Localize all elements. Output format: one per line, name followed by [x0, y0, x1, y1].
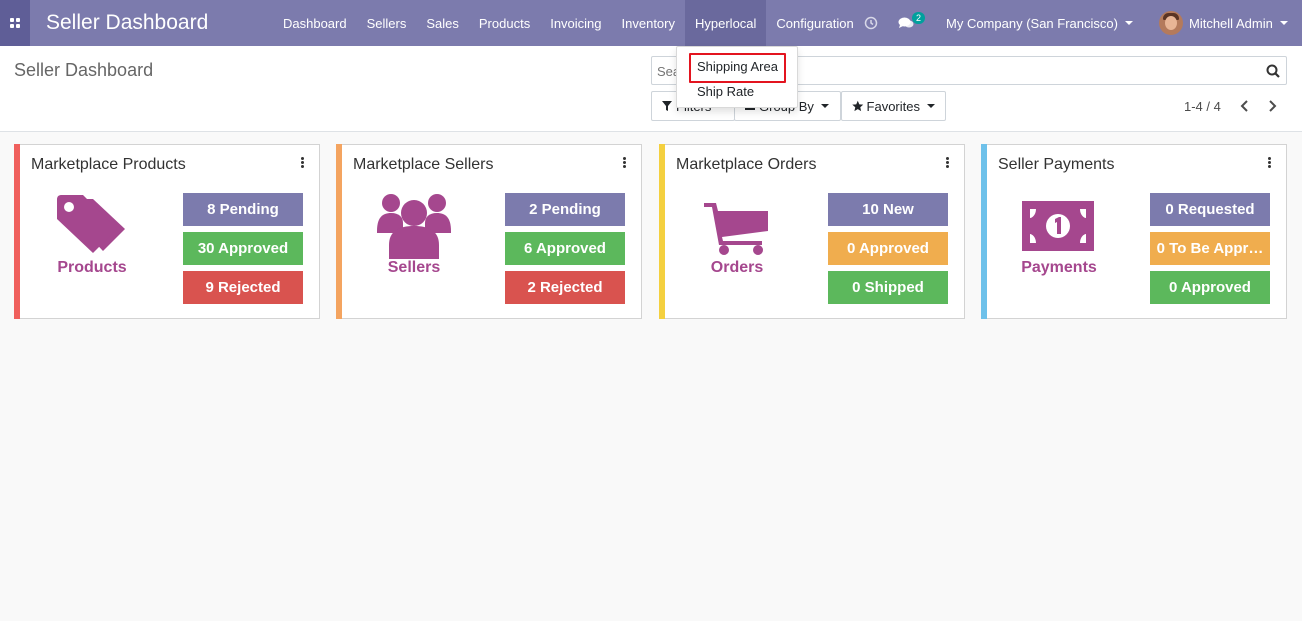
pager-value[interactable]: 1-4 / 4: [1184, 99, 1221, 114]
apps-menu-button[interactable]: [0, 0, 30, 46]
kebab-menu-icon[interactable]: [301, 157, 305, 169]
users-icon: [377, 194, 451, 259]
stat-button[interactable]: 0 Approved: [828, 232, 948, 265]
menu-configuration[interactable]: Configuration: [766, 0, 863, 46]
clock-icon: [864, 16, 878, 30]
chevron-down-icon: [820, 104, 829, 108]
user-menu[interactable]: Mitchell Admin: [1159, 0, 1288, 46]
stat-button[interactable]: 2 Rejected: [505, 271, 625, 304]
main-menu: Dashboard Sellers Sales Products Invoici…: [273, 0, 864, 46]
menu-sellers[interactable]: Sellers: [357, 0, 417, 46]
menu-products[interactable]: Products: [469, 0, 540, 46]
card-accent: [981, 144, 987, 319]
kebab-menu-icon[interactable]: [1268, 157, 1272, 169]
stat-button[interactable]: 10 New: [828, 193, 948, 226]
card-label: Sellers: [387, 259, 441, 276]
chat-count-badge: 2: [912, 12, 926, 24]
user-name: Mitchell Admin: [1189, 15, 1273, 31]
stat-button[interactable]: 2 Pending: [505, 193, 625, 226]
chevron-left-icon[interactable]: [1237, 98, 1253, 114]
top-navbar: Seller Dashboard Dashboard Sellers Sales…: [0, 0, 1302, 46]
menu-item-shipping-area[interactable]: Shipping Area: [697, 59, 778, 74]
page-title: Seller Dashboard: [14, 60, 154, 80]
shopping-cart-icon: [704, 203, 768, 255]
kebab-menu-icon[interactable]: [946, 157, 950, 169]
hyperlocal-dropdown: Shipping Area Ship Rate: [676, 46, 798, 108]
chevron-down-icon: [1124, 21, 1133, 25]
favorites-label: Favorites: [866, 98, 920, 114]
stat-button[interactable]: 6 Approved: [505, 232, 625, 265]
card-marketplace-sellers: Marketplace Sellers Sellers 2 Pending 6 …: [336, 144, 642, 319]
stat-button[interactable]: 0 Approved: [1150, 271, 1270, 304]
menu-inventory[interactable]: Inventory: [612, 0, 685, 46]
menu-invoicing[interactable]: Invoicing: [540, 0, 611, 46]
messaging-button[interactable]: 2: [898, 0, 928, 46]
stat-button[interactable]: 0 Requested: [1150, 193, 1270, 226]
card-title: Marketplace Sellers: [353, 156, 494, 173]
stat-button[interactable]: 0 Shipped: [828, 271, 948, 304]
card-label: Products: [57, 259, 127, 276]
chevron-down-icon: [1279, 21, 1288, 25]
menu-dashboard[interactable]: Dashboard: [273, 0, 357, 46]
card-accent: [336, 144, 342, 319]
search-icon[interactable]: [1266, 64, 1280, 78]
chevron-right-icon[interactable]: [1264, 98, 1280, 114]
card-marketplace-orders: Marketplace Orders Orders 10 New 0 Appro…: [659, 144, 965, 319]
app-brand: Seller Dashboard: [46, 11, 209, 34]
menu-item-ship-rate[interactable]: Ship Rate: [697, 84, 754, 99]
favorites-button[interactable]: Favorites: [841, 91, 946, 121]
money-icon: [1022, 201, 1094, 251]
card-seller-payments: Seller Payments Payments 0 Requested 0 T…: [981, 144, 1287, 319]
card-label: Orders: [710, 259, 764, 276]
card-label: Payments: [1021, 259, 1097, 276]
card-accent: [14, 144, 20, 319]
stat-button[interactable]: 9 Rejected: [183, 271, 303, 304]
star-icon: [852, 100, 864, 112]
stat-button[interactable]: 8 Pending: [183, 193, 303, 226]
menu-sales[interactable]: Sales: [416, 0, 469, 46]
avatar: [1159, 11, 1183, 35]
tags-icon: [57, 195, 125, 253]
control-panel: Seller Dashboard Filters Group By Favori…: [0, 46, 1302, 132]
kebab-menu-icon[interactable]: [623, 157, 627, 169]
company-name: My Company (San Francisco): [946, 15, 1118, 31]
card-title: Marketplace Products: [31, 156, 186, 173]
activity-clock-button[interactable]: [864, 0, 878, 46]
card-title: Marketplace Orders: [676, 156, 817, 173]
stat-button[interactable]: 0 To Be Appr…: [1150, 232, 1270, 265]
card-marketplace-products: Marketplace Products Products 8 Pending …: [14, 144, 320, 319]
filter-icon: [662, 101, 672, 111]
apps-grid-icon: [10, 18, 20, 28]
chevron-down-icon: [927, 104, 935, 108]
card-title: Seller Payments: [998, 156, 1115, 173]
stat-button[interactable]: 30 Approved: [183, 232, 303, 265]
menu-hyperlocal[interactable]: Hyperlocal: [685, 0, 767, 46]
company-switcher[interactable]: My Company (San Francisco): [946, 0, 1133, 46]
card-accent: [659, 144, 665, 319]
